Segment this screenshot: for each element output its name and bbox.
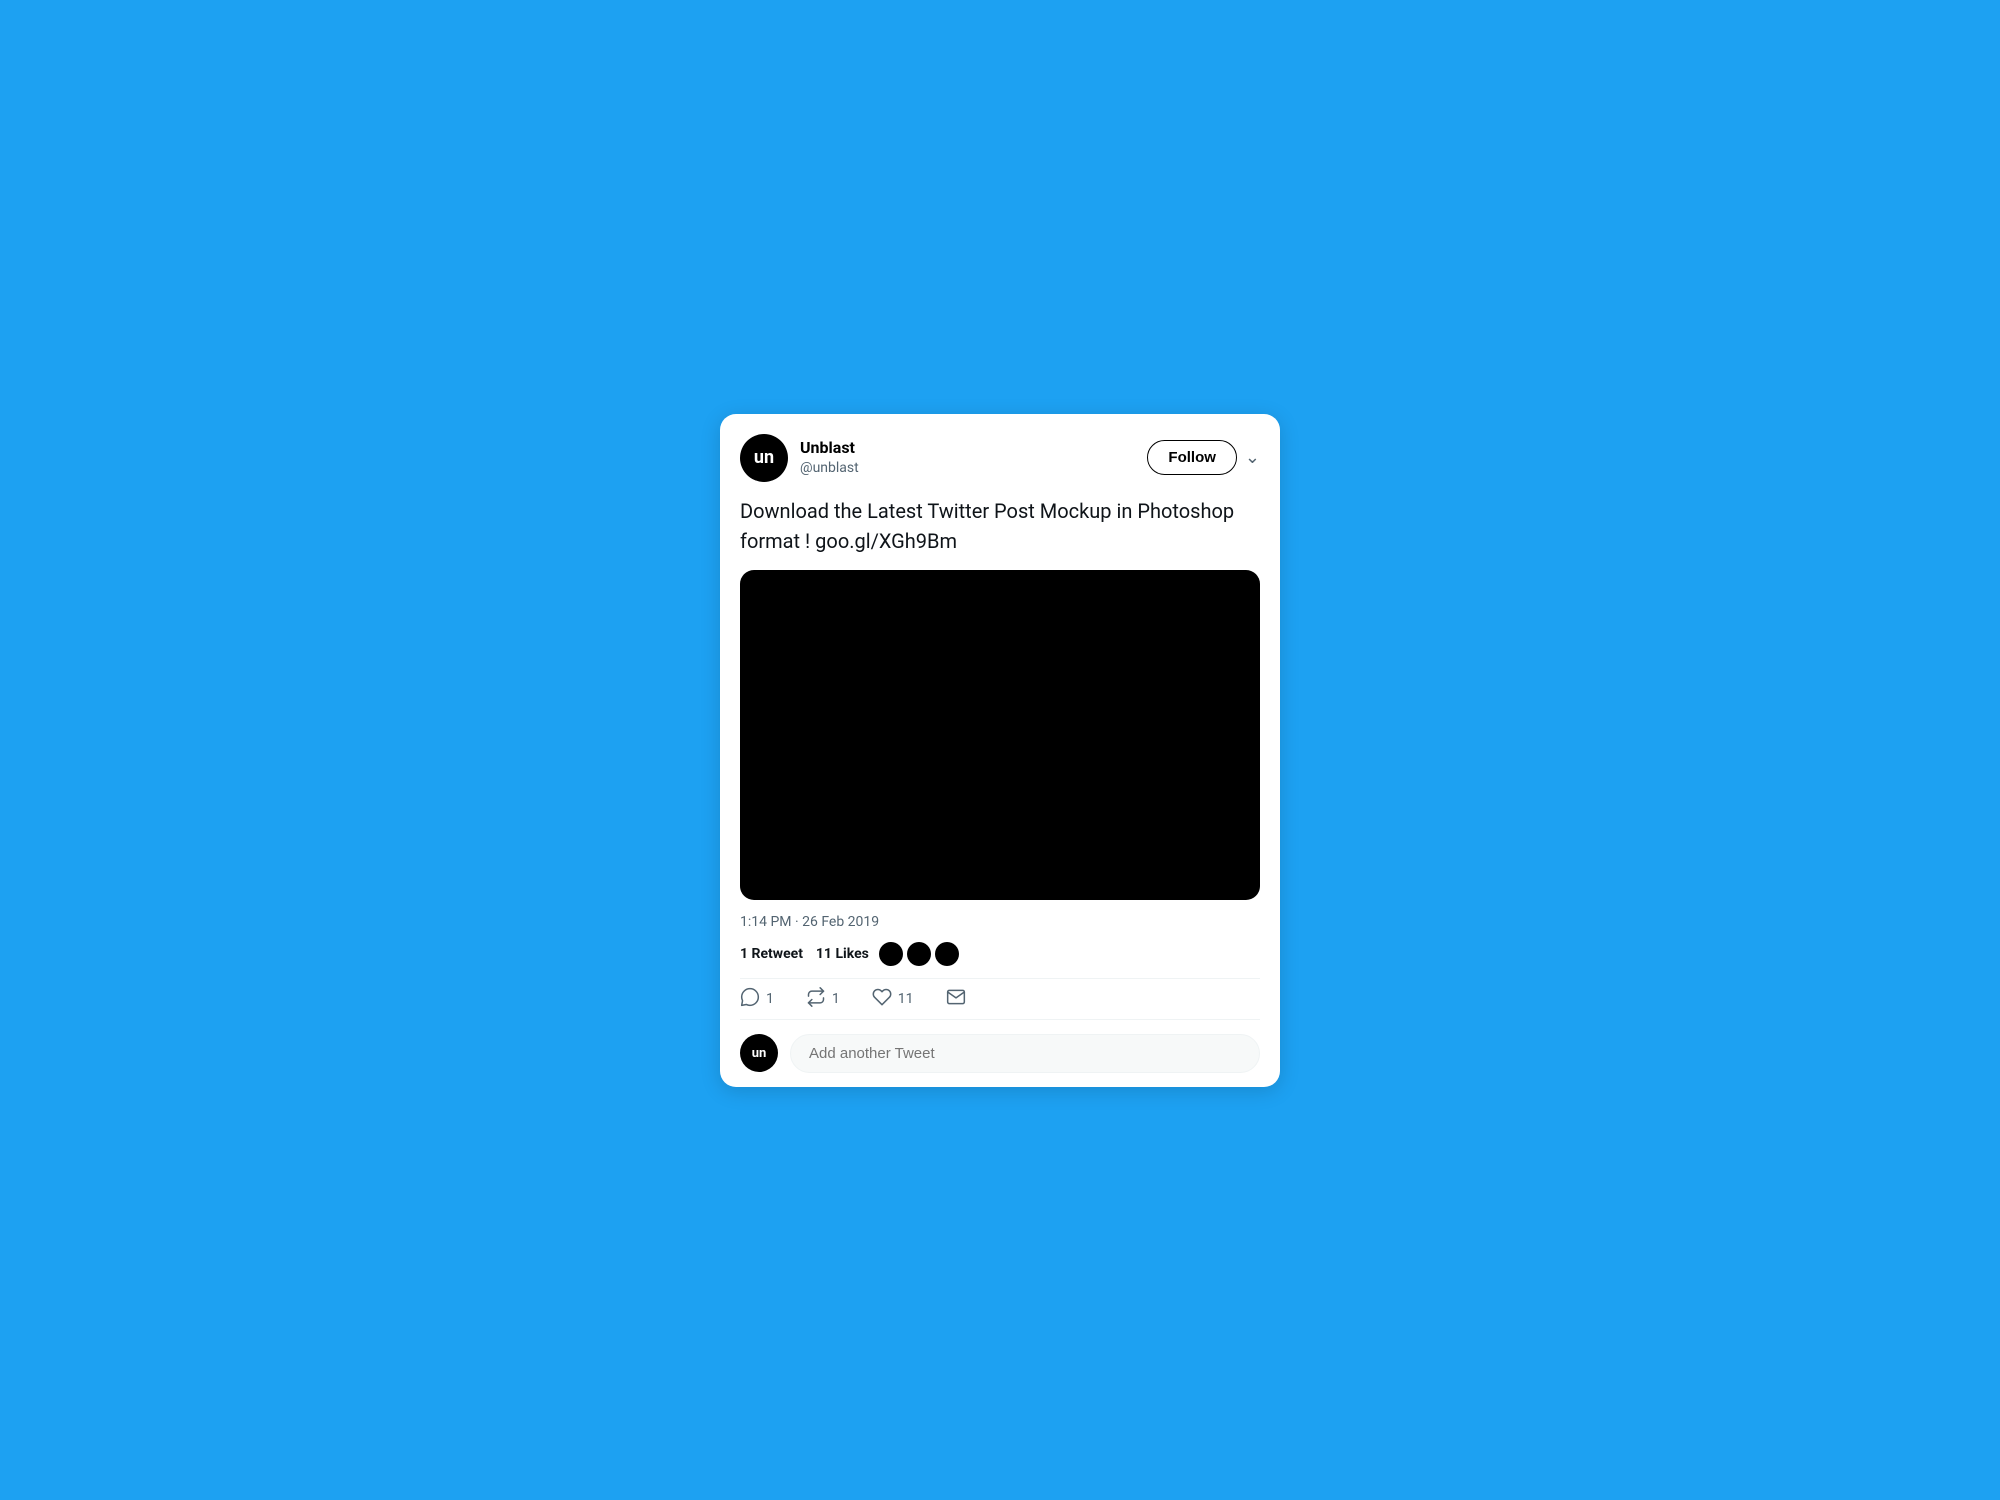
like-icon bbox=[872, 987, 892, 1011]
retweet-icon bbox=[806, 987, 826, 1011]
liked-avatars bbox=[879, 942, 959, 966]
retweet-action[interactable]: 1 bbox=[806, 987, 840, 1011]
avatar: un bbox=[740, 434, 788, 482]
username: @unblast bbox=[800, 459, 859, 477]
reply-input[interactable] bbox=[790, 1034, 1260, 1073]
reply-avatar-logo: un bbox=[752, 1046, 767, 1061]
tweet-reply-box: un bbox=[740, 1020, 1260, 1087]
user-info: Unblast @unblast bbox=[800, 438, 859, 477]
likes-stat: 11 Likes bbox=[809, 946, 869, 962]
chevron-down-icon[interactable]: ⌄ bbox=[1245, 447, 1260, 468]
like-action[interactable]: 11 bbox=[872, 987, 914, 1011]
display-name: Unblast bbox=[800, 438, 859, 459]
reply-count: 1 bbox=[766, 991, 774, 1007]
liker-avatar-1 bbox=[879, 942, 903, 966]
reply-icon bbox=[740, 987, 760, 1011]
retweet-count: 1 bbox=[832, 991, 840, 1007]
reply-action[interactable]: 1 bbox=[740, 987, 774, 1011]
like-count: 11 bbox=[898, 991, 914, 1007]
reply-avatar: un bbox=[740, 1034, 778, 1072]
liker-avatar-2 bbox=[907, 942, 931, 966]
follow-button[interactable]: Follow bbox=[1147, 440, 1237, 475]
tweet-text: Download the Latest Twitter Post Mockup … bbox=[740, 496, 1260, 556]
liker-avatar-3 bbox=[935, 942, 959, 966]
mail-icon bbox=[946, 987, 966, 1011]
message-action[interactable] bbox=[946, 987, 966, 1011]
retweet-stat: 1 Retweet bbox=[740, 946, 803, 962]
tweet-image bbox=[740, 570, 1260, 900]
tweet-header-right: Follow ⌄ bbox=[1147, 440, 1260, 475]
tweet-stats: 1 Retweet 11 Likes bbox=[740, 942, 1260, 979]
tweet-timestamp: 1:14 PM · 26 Feb 2019 bbox=[740, 914, 1260, 930]
avatar-logo: un bbox=[754, 447, 774, 468]
tweet-actions: 1 1 11 bbox=[740, 979, 1260, 1020]
tweet-header-left: un Unblast @unblast bbox=[740, 434, 859, 482]
tweet-card: un Unblast @unblast Follow ⌄ Download th… bbox=[720, 414, 1280, 1087]
tweet-header: un Unblast @unblast Follow ⌄ bbox=[740, 434, 1260, 482]
